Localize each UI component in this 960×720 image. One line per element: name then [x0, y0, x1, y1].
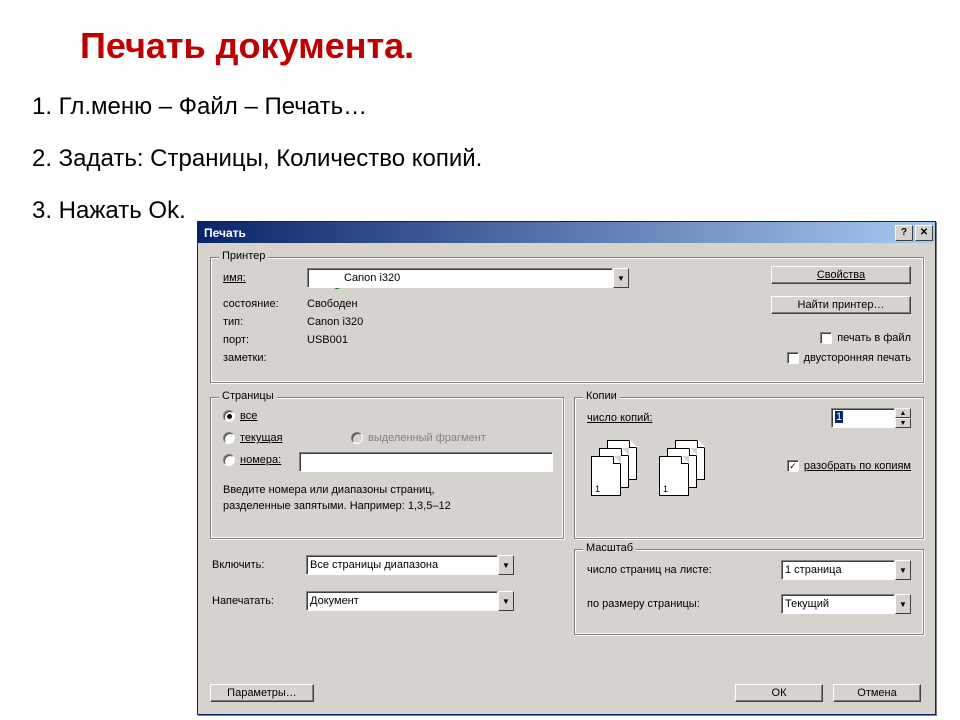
- pages-group-legend: Страницы: [219, 390, 277, 402]
- printwhat-value: Документ: [310, 595, 359, 607]
- options-button[interactable]: Параметры…: [210, 684, 314, 702]
- chevron-down-icon[interactable]: ▼: [498, 591, 514, 611]
- printer-status-value: Свободен: [307, 298, 358, 310]
- chevron-down-icon[interactable]: ▼: [895, 560, 911, 580]
- spinner-up-icon[interactable]: ▲: [895, 408, 911, 418]
- pages-group: Страницы все текущая выделенный фрагмент…: [210, 397, 564, 539]
- help-button[interactable]: ?: [895, 225, 913, 241]
- radio-icon: [223, 432, 235, 444]
- printer-type-value: Canon i320: [307, 316, 363, 328]
- radio-icon: [351, 432, 363, 444]
- pages-hint-1: Введите номера или диапазоны страниц,: [223, 484, 435, 496]
- pages-selection-label: выделенный фрагмент: [368, 432, 486, 444]
- copies-spinner[interactable]: 1 ▲ ▼: [831, 408, 911, 428]
- printer-port-value: USB001: [307, 334, 348, 346]
- fit-value: Текущий: [785, 598, 829, 610]
- chevron-down-icon[interactable]: ▼: [498, 555, 514, 575]
- checkbox-icon: [787, 352, 799, 364]
- step-2: 2. Задать: Страницы, Количество копий.: [32, 147, 482, 171]
- printwhat-label: Напечатать:: [212, 595, 274, 607]
- fit-label: по размеру страницы:: [587, 598, 700, 610]
- printer-group-legend: Принтер: [219, 250, 268, 262]
- pages-per-sheet-value: 1 страница: [785, 564, 842, 576]
- duplex-label: двусторонняя печать: [804, 352, 911, 364]
- titlebar-title: Печать: [204, 226, 895, 240]
- radio-icon: [223, 454, 235, 466]
- printer-port-label: порт:: [223, 334, 249, 346]
- pages-current-label: текущая: [240, 432, 283, 444]
- include-select[interactable]: Все страницы диапазона ▼: [306, 555, 514, 575]
- print-dialog: Печать ? ✕ Принтер имя: Canon i320 ▼ сос…: [197, 221, 936, 715]
- collate-label: разобрать по копиям: [804, 460, 911, 472]
- step-1: 1. Гл.меню – Файл – Печать…: [32, 95, 482, 119]
- pages-per-sheet-label: число страниц на листе:: [587, 564, 712, 576]
- ok-button[interactable]: ОК: [735, 684, 823, 702]
- chevron-down-icon[interactable]: ▼: [895, 594, 911, 614]
- printer-group: Принтер имя: Canon i320 ▼ состояние: Сво…: [210, 257, 924, 383]
- collate-checkbox[interactable]: ✓ разобрать по копиям: [787, 460, 911, 472]
- pages-selection-radio: выделенный фрагмент: [351, 432, 486, 444]
- pages-all-radio[interactable]: все: [223, 410, 257, 422]
- include-label: Включить:: [212, 559, 264, 571]
- printer-name-label: имя:: [223, 272, 246, 284]
- scale-group-legend: Масштаб: [583, 542, 636, 554]
- chevron-down-icon[interactable]: ▼: [613, 268, 629, 288]
- properties-button[interactable]: Свойства: [771, 266, 911, 284]
- include-value: Все страницы диапазона: [310, 559, 438, 571]
- checkbox-icon: ✓: [787, 460, 799, 472]
- printer-name-value: Canon i320: [344, 272, 400, 284]
- pages-numbers-radio[interactable]: номера:: [223, 454, 281, 466]
- printwhat-select[interactable]: Документ ▼: [306, 591, 514, 611]
- pages-current-radio[interactable]: текущая: [223, 432, 283, 444]
- print-to-file-label: печать в файл: [837, 332, 911, 344]
- radio-icon: [223, 410, 235, 422]
- slide-heading: Печать документа.: [80, 25, 414, 67]
- printer-notes-label: заметки:: [223, 352, 267, 364]
- copies-count-label: число копий:: [587, 412, 652, 424]
- copies-group: Копии число копий: 1 ▲ ▼ 3 2 1 3 2 1: [574, 397, 924, 539]
- printer-name-select[interactable]: Canon i320 ▼: [307, 268, 629, 288]
- copies-value: 1: [835, 411, 843, 423]
- find-printer-button[interactable]: Найти принтер…: [771, 296, 911, 314]
- print-to-file-checkbox[interactable]: печать в файл: [820, 332, 911, 344]
- page-numbers-input[interactable]: [299, 452, 553, 472]
- pages-numbers-label: номера:: [240, 454, 281, 466]
- pages-all-label: все: [240, 410, 257, 422]
- step-3: 3. Нажать Ok.: [32, 199, 482, 223]
- cancel-button[interactable]: Отмена: [833, 684, 921, 702]
- duplex-checkbox[interactable]: двусторонняя печать: [787, 352, 911, 364]
- pages-hint-2: разделенные запятыми. Например: 1,3,5–12: [223, 500, 451, 512]
- printer-status-label: состояние:: [223, 298, 279, 310]
- dialog-body: Принтер имя: Canon i320 ▼ состояние: Сво…: [198, 243, 935, 714]
- checkbox-icon: [820, 332, 832, 344]
- copies-group-legend: Копии: [583, 390, 620, 402]
- printer-type-label: тип:: [223, 316, 243, 328]
- titlebar[interactable]: Печать ? ✕: [198, 222, 935, 243]
- fit-select[interactable]: Текущий ▼: [781, 594, 911, 614]
- pages-per-sheet-select[interactable]: 1 страница ▼: [781, 560, 911, 580]
- spinner-down-icon[interactable]: ▼: [895, 418, 911, 428]
- close-button[interactable]: ✕: [915, 225, 933, 241]
- scale-group: Масштаб число страниц на листе: 1 страни…: [574, 549, 924, 635]
